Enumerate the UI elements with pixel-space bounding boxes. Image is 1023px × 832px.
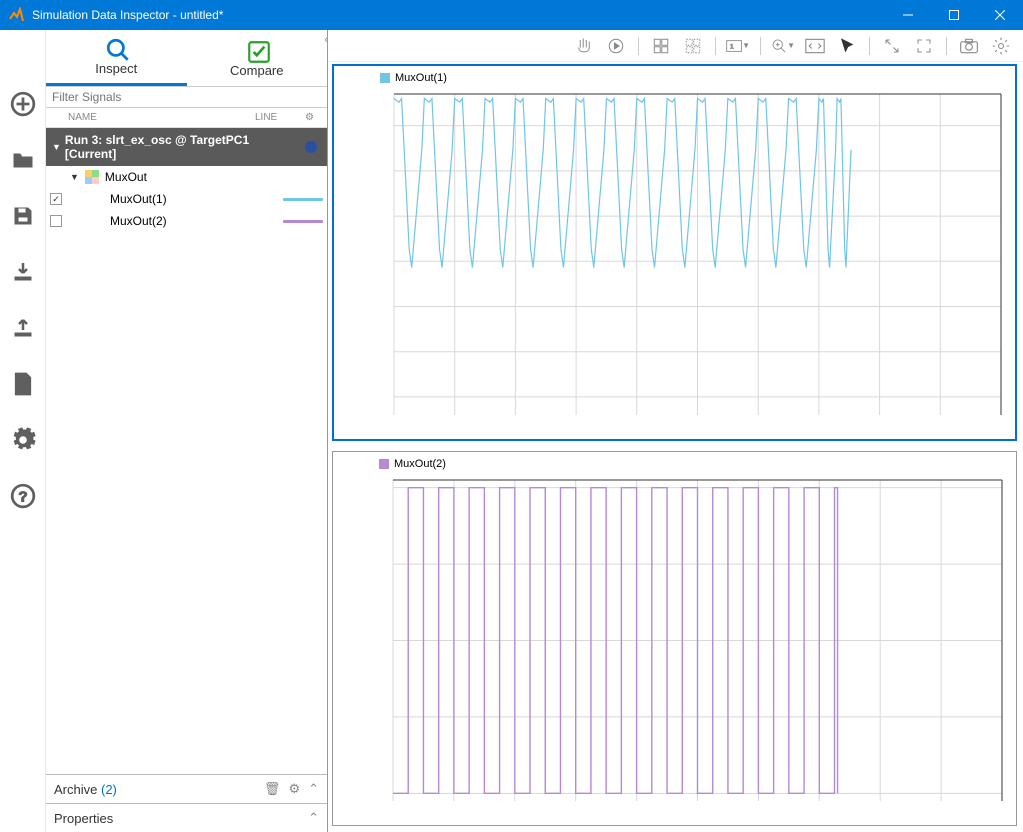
legend-label: MuxOut(2) — [394, 458, 446, 470]
maximize-button[interactable] — [931, 0, 977, 30]
side-rail: ? — [0, 30, 46, 832]
tab-compare[interactable]: Compare — [187, 30, 328, 86]
plot-toolbar: 1▼ ▼ — [328, 30, 1023, 62]
settings-icon[interactable] — [989, 34, 1013, 58]
export-icon[interactable] — [9, 314, 37, 342]
camera-icon[interactable] — [957, 34, 981, 58]
expand-icon[interactable] — [880, 34, 904, 58]
search-icon — [105, 37, 127, 59]
pointer-icon[interactable] — [835, 34, 859, 58]
chevron-down-icon: ▼ — [52, 142, 61, 152]
chevron-down-icon: ▼ — [70, 172, 79, 182]
legend-swatch — [380, 73, 390, 83]
filter-input[interactable] — [46, 87, 327, 107]
tab-compare-label: Compare — [230, 63, 283, 78]
signal-group-label: MuxOut — [105, 170, 323, 184]
col-gear-icon[interactable]: ⚙ — [305, 112, 319, 123]
fit-icon[interactable] — [803, 34, 827, 58]
plot-1-canvas: -0.025-0.02-0.015-0.01-0.00500.0057.07.1… — [390, 92, 1005, 417]
fullscreen-icon[interactable] — [912, 34, 936, 58]
signal-label: MuxOut(1) — [110, 192, 277, 206]
minimize-button[interactable] — [885, 0, 931, 30]
gear-icon[interactable] — [9, 426, 37, 454]
run-row[interactable]: ▼ Run 3: slrt_ex_osc @ TargetPC1 [Curren… — [46, 128, 327, 166]
signal-line-swatch — [283, 198, 323, 201]
tab-inspect[interactable]: Inspect — [46, 30, 187, 86]
document-icon[interactable] — [9, 370, 37, 398]
import-icon[interactable] — [9, 258, 37, 286]
zoom-icon[interactable]: ▼ — [771, 34, 795, 58]
plot-1[interactable]: MuxOut(1) -0.025-0.02-0.015-0.01-0.00500… — [332, 64, 1017, 441]
run-status-dot — [305, 141, 317, 153]
folder-icon[interactable] — [9, 146, 37, 174]
grid-dash-icon[interactable] — [681, 34, 705, 58]
archive-section[interactable]: Archive (2) 🗑 ⚙ ⌃ — [46, 774, 327, 803]
signal-checkbox[interactable]: ✓ — [50, 193, 62, 205]
chevron-up-icon[interactable]: ⌃ — [308, 781, 319, 797]
signal-line-swatch — [283, 220, 323, 223]
archive-label: Archive — [54, 782, 97, 797]
save-icon[interactable] — [9, 202, 37, 230]
signal-row[interactable]: MuxOut(2) — [46, 210, 327, 232]
properties-section[interactable]: Properties ⌃ — [46, 803, 327, 832]
tab-inspect-label: Inspect — [95, 61, 137, 76]
layout-icon[interactable]: 1▼ — [726, 34, 750, 58]
matlab-icon — [8, 7, 24, 23]
play-icon[interactable] — [604, 34, 628, 58]
help-icon[interactable]: ? — [9, 482, 37, 510]
legend-swatch — [379, 459, 389, 469]
mux-icon — [85, 170, 99, 184]
properties-label: Properties — [54, 811, 113, 826]
col-line: LINE — [255, 112, 305, 123]
svg-text:1: 1 — [730, 43, 734, 50]
trash-icon[interactable]: 🗑 — [264, 781, 281, 797]
plot-2[interactable]: MuxOut(2) -1-0.500.517.07.17.27.37.47.57… — [332, 451, 1017, 826]
check-icon — [246, 39, 268, 61]
col-name: NAME — [54, 112, 255, 123]
inspector-panel: ‹ Inspect Compare NAME LINE ⚙ ▼ Run 3: s… — [46, 30, 328, 832]
collapse-panel-icon[interactable]: ‹ — [324, 34, 328, 46]
run-label: Run 3: slrt_ex_osc @ TargetPC1 [Current] — [65, 133, 301, 161]
grid-icon[interactable] — [649, 34, 673, 58]
signal-row[interactable]: ✓ MuxOut(1) — [46, 188, 327, 210]
new-icon[interactable] — [9, 90, 37, 118]
legend-label: MuxOut(1) — [395, 72, 447, 84]
window-title: Simulation Data Inspector - untitled* — [32, 8, 885, 22]
signal-checkbox[interactable] — [50, 215, 62, 227]
pan-icon[interactable] — [572, 34, 596, 58]
signal-label: MuxOut(2) — [110, 214, 277, 228]
main-area: 1▼ ▼ MuxOut(1) -0.025-0.02-0.015-0.01-0.… — [328, 30, 1023, 832]
svg-text:?: ? — [18, 488, 27, 505]
signal-group[interactable]: ▼ MuxOut — [46, 166, 327, 188]
close-button[interactable] — [977, 0, 1023, 30]
archive-count: (2) — [101, 782, 117, 797]
plot-2-canvas: -1-0.500.517.07.17.27.37.47.57.67.77.87.… — [389, 478, 1006, 803]
signal-tree: ▼ MuxOut ✓ MuxOut(1) MuxOut(2) — [46, 166, 327, 774]
gear-icon[interactable]: ⚙ — [288, 781, 300, 797]
chevron-up-icon[interactable]: ⌃ — [308, 810, 319, 826]
